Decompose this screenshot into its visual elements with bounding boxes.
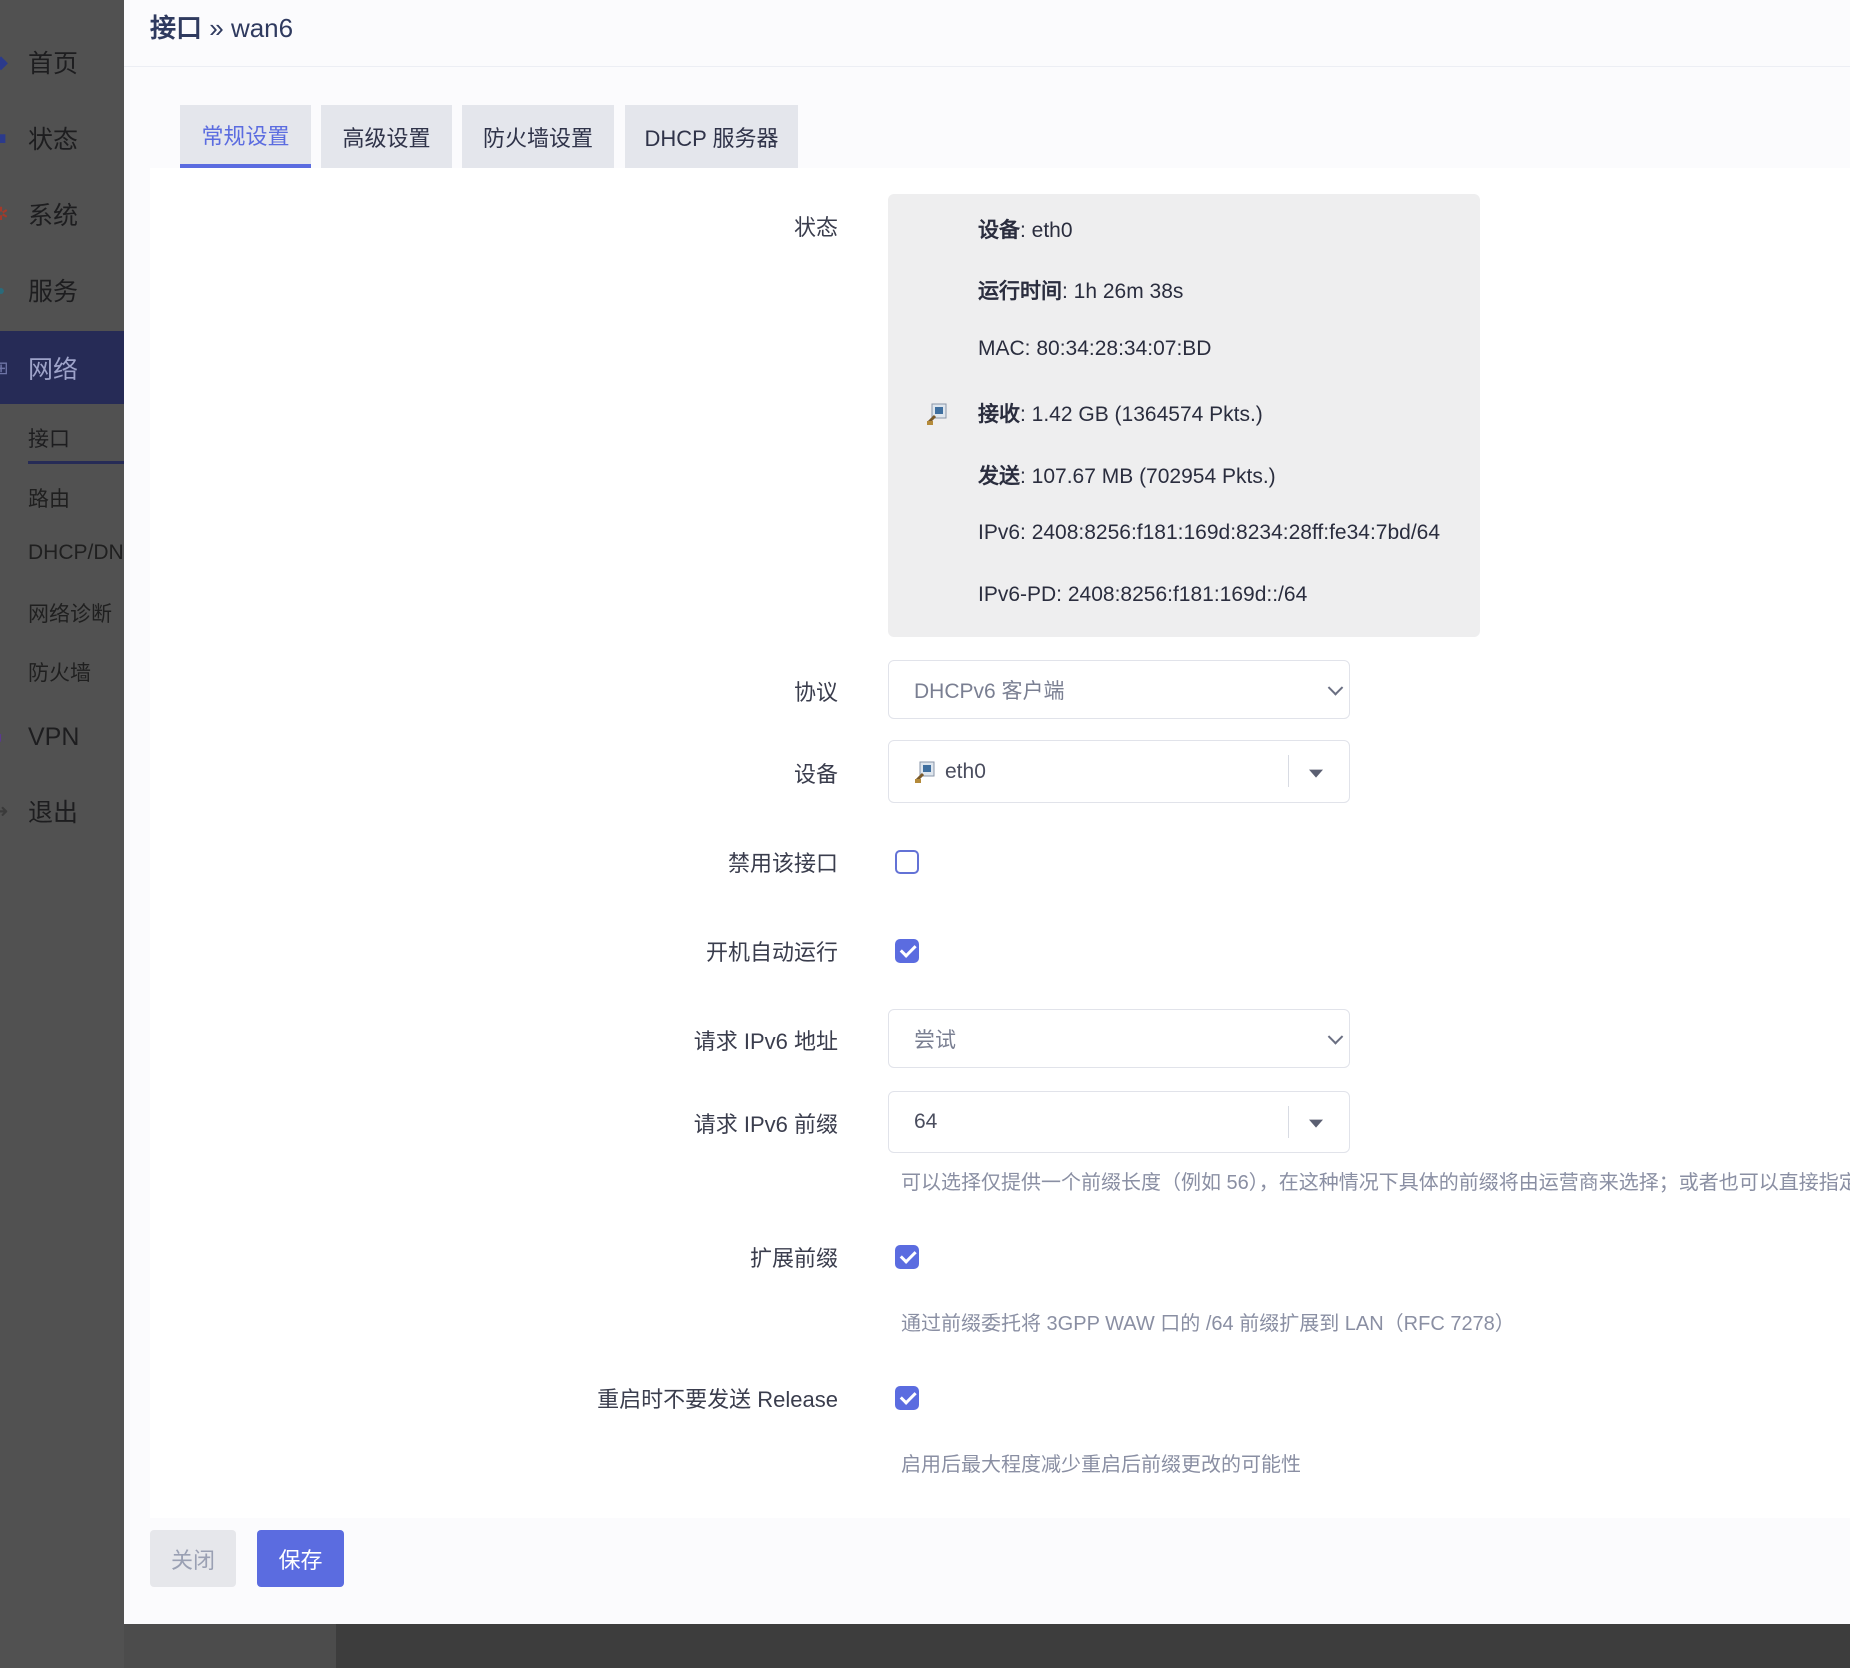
modal-title-name: wan6	[230, 13, 294, 43]
status-tx: 发送: 107.67 MB (702954 Pkts.)	[978, 465, 1276, 488]
sidebar-item-label: 服务	[28, 278, 79, 306]
sidebar-item-network[interactable]: ⊞ 网络	[0, 331, 124, 404]
autostart-checkbox[interactable]	[895, 939, 919, 963]
sidebar-item-system[interactable]: ✲ 系统	[0, 184, 124, 244]
request-ipv6-prefix-combobox[interactable]: 64	[888, 1091, 1350, 1153]
disable-interface-checkbox[interactable]	[895, 850, 919, 874]
device-combobox-value: eth0	[945, 759, 986, 783]
combobox-divider	[1288, 1106, 1289, 1138]
modal-title-separator: »	[202, 13, 231, 43]
sidebar-subitem-routes[interactable]: 路由	[28, 483, 70, 513]
extend-prefix-label: 扩展前缀	[749, 1246, 838, 1271]
modal-title: 接口 » wan6	[150, 8, 293, 45]
sidebar-item-logout[interactable]: ➜ 退出	[0, 781, 124, 841]
no-release-help: 启用后最大程度减少重启后前缀更改的可能性	[901, 1454, 1301, 1476]
status-label: 状态	[793, 215, 838, 240]
chevron-down-icon	[1327, 1028, 1344, 1045]
home-icon: ◆	[0, 52, 8, 72]
ethernet-port-icon	[927, 403, 947, 425]
sidebar-subitem-underline	[28, 461, 124, 464]
services-icon: ●	[0, 282, 6, 298]
request-ipv6-address-select[interactable]: 尝试	[888, 1009, 1350, 1068]
extend-prefix-checkbox[interactable]	[895, 1245, 919, 1269]
disable-interface-label: 禁用该接口	[727, 851, 838, 876]
vpn-icon: ◐	[0, 727, 7, 747]
status-device: 设备: eth0	[978, 219, 1073, 242]
title-divider	[124, 66, 1850, 67]
request-ipv6-address-label: 请求 IPv6 地址	[693, 1029, 838, 1054]
tab-general[interactable]: 常规设置	[180, 105, 311, 168]
checkmark-icon	[899, 1246, 917, 1264]
interface-edit-modal: 接口 » wan6 常规设置 高级设置 防火墙设置 DHCP 服务器 状态 设备…	[124, 0, 1850, 1624]
status-rx: 接收: 1.42 GB (1364574 Pkts.)	[978, 403, 1263, 426]
device-combobox[interactable]: eth0	[888, 740, 1350, 803]
no-release-label: 重启时不要发送 Release	[597, 1387, 838, 1412]
tab-dhcp-server[interactable]: DHCP 服务器	[625, 105, 798, 168]
logout-icon: ➜	[0, 801, 9, 821]
network-icon: ⊞	[0, 357, 9, 378]
status-mac: MAC: 80:34:28:34:07:BD	[978, 337, 1212, 360]
gear-icon: ✲	[0, 204, 9, 224]
request-ipv6-prefix-value: 64	[914, 1110, 938, 1133]
checkmark-icon	[899, 1387, 917, 1405]
autostart-label: 开机自动运行	[705, 940, 838, 965]
status-icon: ■	[0, 128, 7, 148]
tab-advanced[interactable]: 高级设置	[321, 105, 452, 168]
ethernet-port-icon	[915, 761, 935, 783]
protocol-label: 协议	[793, 680, 838, 705]
page-backdrop-strip	[336, 1624, 1850, 1668]
sidebar-item-label: 首页	[28, 50, 79, 78]
sidebar-item-status[interactable]: ■ 状态	[0, 108, 124, 168]
sidebar-item-label: 系统	[28, 202, 79, 230]
status-box: 设备: eth0 运行时间: 1h 26m 38s MAC: 80:34:28:…	[888, 194, 1480, 637]
modal-title-prefix: 接口	[150, 13, 203, 43]
extend-prefix-help: 通过前缀委托将 3GPP WAW 口的 /64 前缀扩展到 LAN（RFC 72…	[901, 1313, 1515, 1335]
caret-down-icon[interactable]	[1309, 1119, 1323, 1128]
save-button[interactable]: 保存	[257, 1530, 344, 1587]
sidebar-item-label: 退出	[28, 799, 79, 827]
sidebar-subitem-firewall[interactable]: 防火墙	[28, 657, 91, 687]
sidebar-subitem-dhcp-dns[interactable]: DHCP/DN	[28, 541, 124, 565]
protocol-select[interactable]: DHCPv6 客户端	[888, 660, 1350, 719]
sidebar-item-label: 状态	[28, 126, 79, 154]
sidebar-subitem-diagnostics[interactable]: 网络诊断	[28, 598, 112, 628]
sidebar-subitem-interfaces[interactable]: 接口	[28, 423, 70, 453]
status-ipv6: IPv6: 2408:8256:f181:169d:8234:28ff:fe34…	[978, 521, 1441, 544]
combobox-divider	[1288, 755, 1289, 787]
checkmark-icon	[899, 940, 917, 958]
request-ipv6-address-value: 尝试	[914, 1028, 956, 1052]
sidebar: ◆ 首页 ■ 状态 ✲ 系统 ● 服务 ⊞ 网络 接口 路由 DHCP/DN 网…	[0, 0, 124, 1668]
caret-down-icon[interactable]	[1309, 769, 1323, 778]
no-release-checkbox[interactable]	[895, 1386, 919, 1410]
status-ipv6-pd: IPv6-PD: 2408:8256:f181:169d::/64	[978, 583, 1308, 606]
request-ipv6-prefix-help: 可以选择仅提供一个前缀长度（例如 56），在这种情况下具体的前缀将由运营商来选择…	[901, 1172, 1850, 1194]
status-uptime: 运行时间: 1h 26m 38s	[978, 280, 1184, 303]
close-button[interactable]: 关闭	[150, 1530, 236, 1587]
request-ipv6-prefix-label: 请求 IPv6 前缀	[693, 1112, 838, 1137]
sidebar-item-label: VPN	[28, 722, 80, 751]
sidebar-item-vpn[interactable]: ◐ VPN	[0, 707, 124, 767]
device-label: 设备	[793, 762, 838, 787]
protocol-select-value: DHCPv6 客户端	[914, 679, 1065, 703]
sidebar-item-label: 网络	[28, 355, 79, 384]
sidebar-item-services[interactable]: ● 服务	[0, 260, 124, 320]
chevron-down-icon	[1327, 679, 1344, 696]
sidebar-item-home[interactable]: ◆ 首页	[0, 32, 124, 92]
tab-firewall[interactable]: 防火墙设置	[462, 105, 614, 168]
